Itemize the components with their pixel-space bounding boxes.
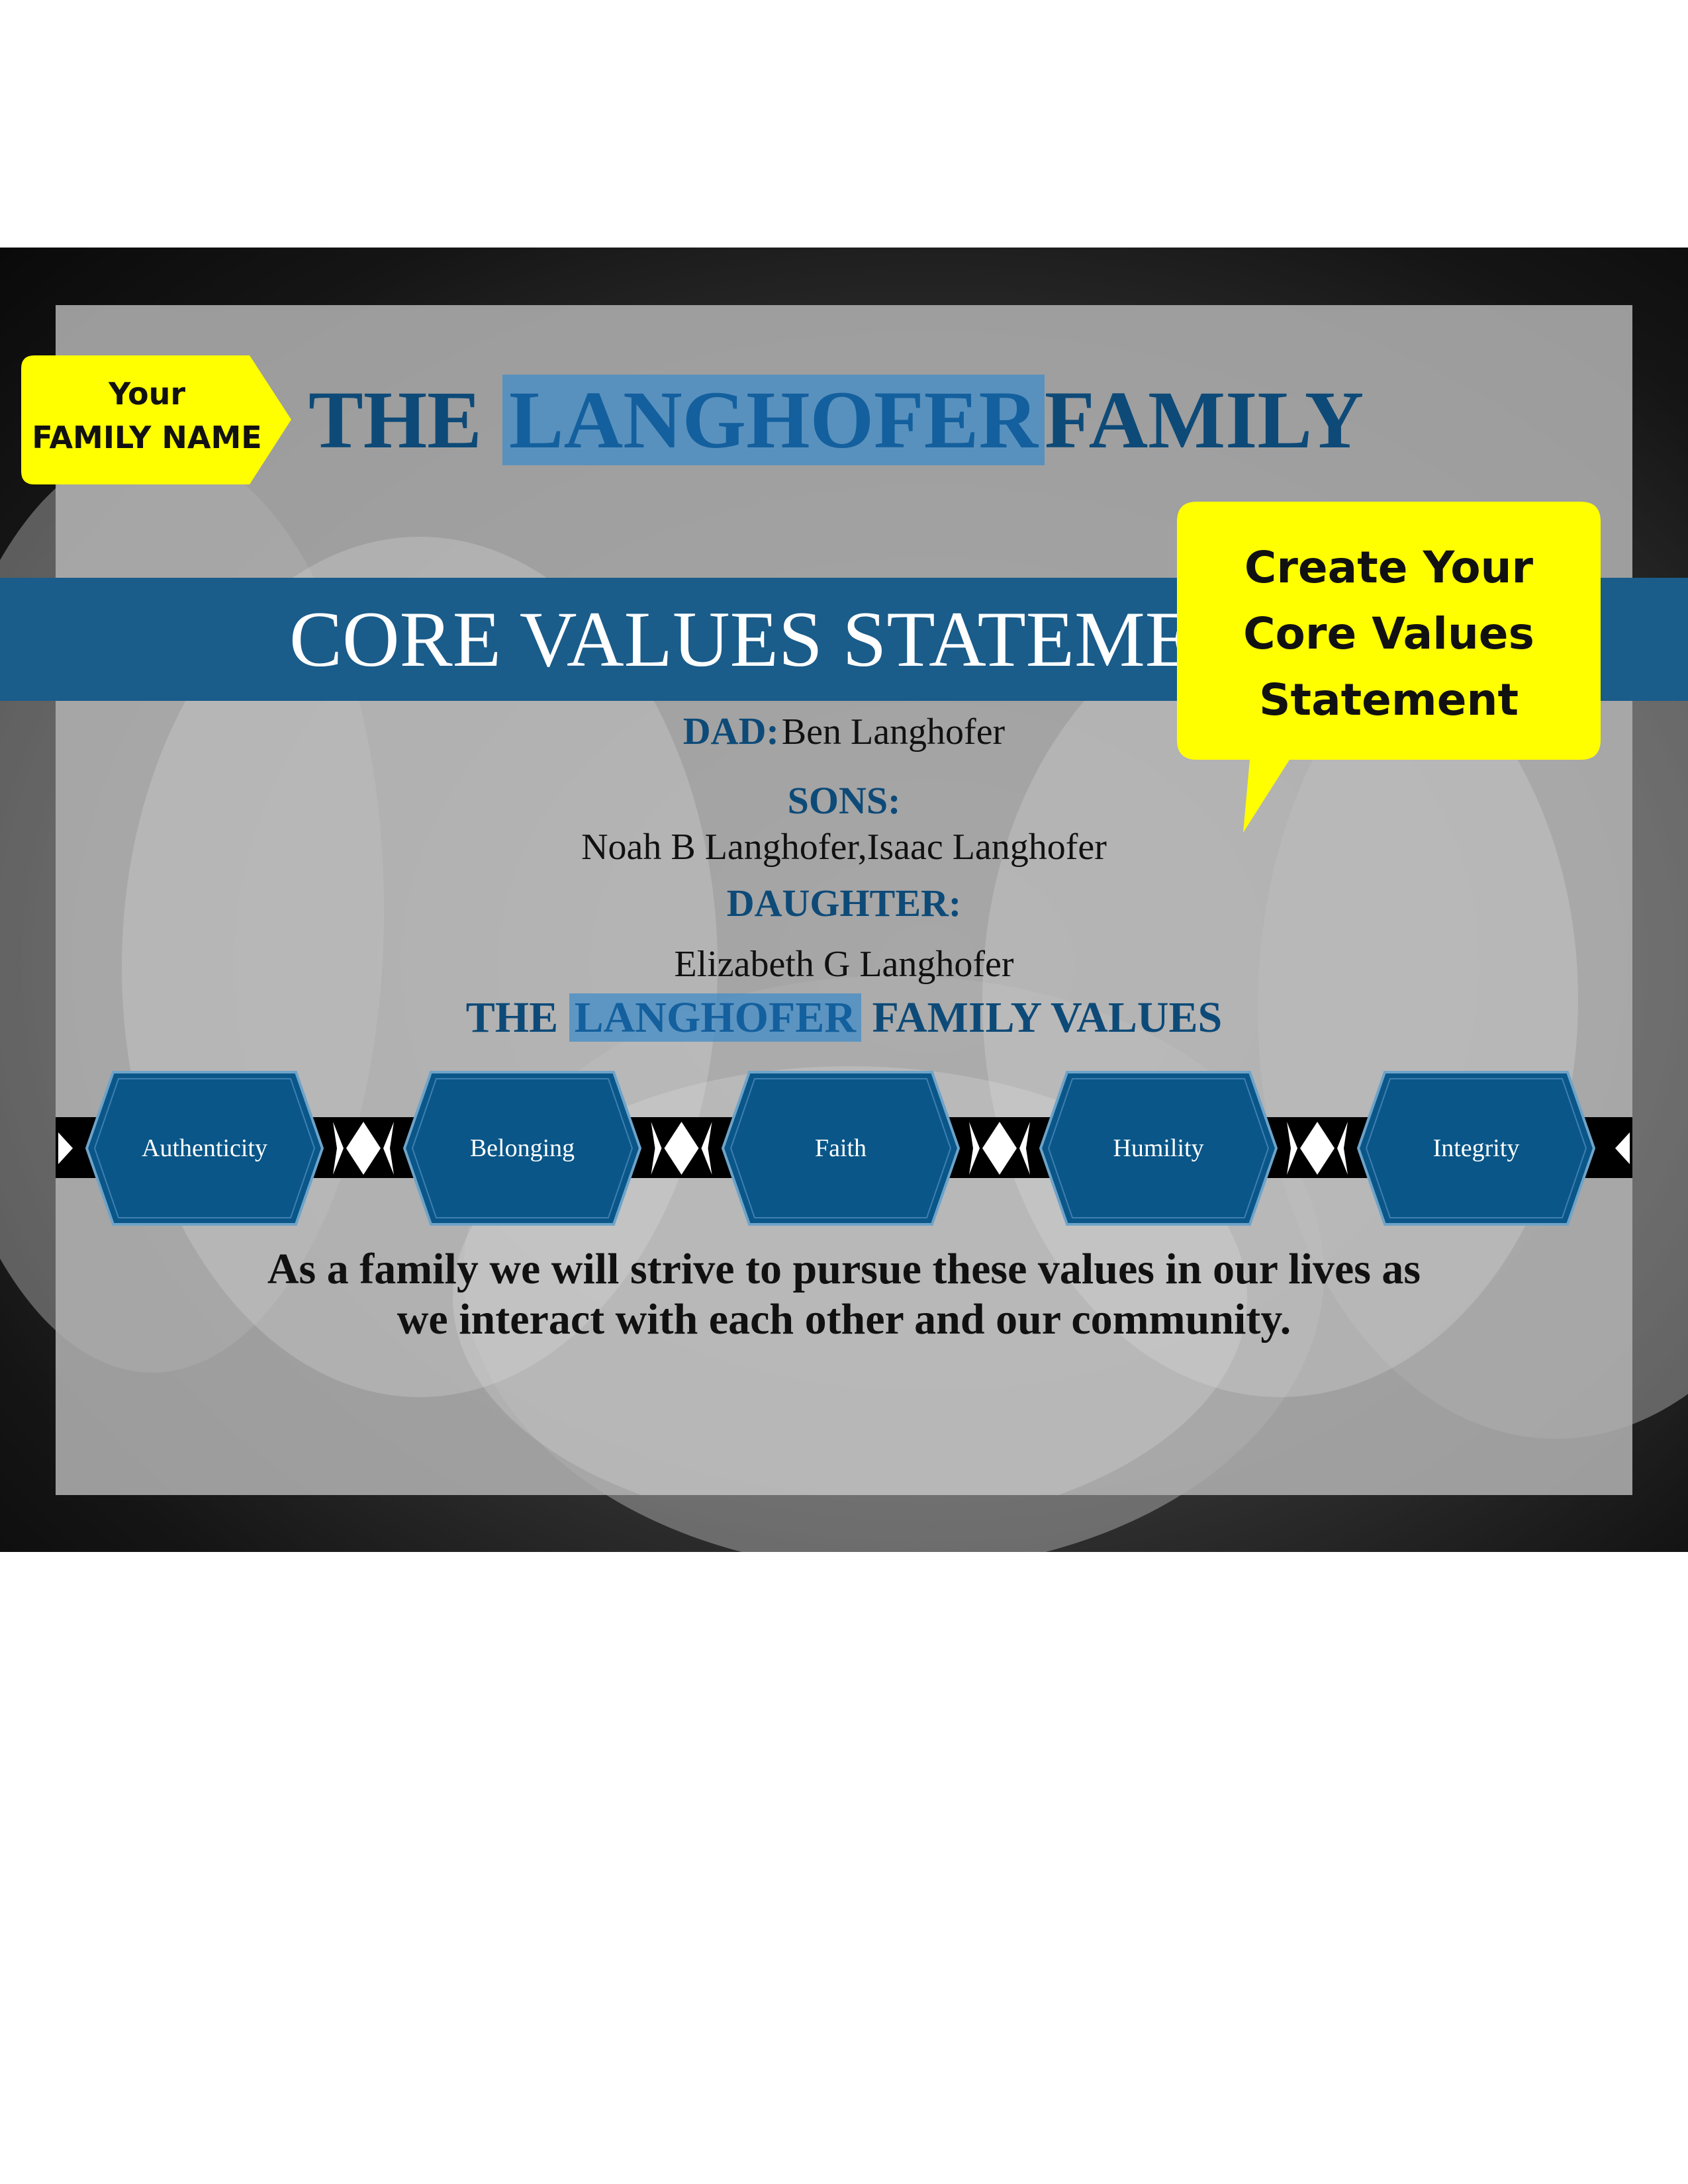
values-chain: Authenticity Belonging Faith Humility Integr… bbox=[56, 1071, 1632, 1226]
value-label: Belonging bbox=[470, 1134, 575, 1162]
value-label: Integrity bbox=[1433, 1134, 1520, 1162]
tag-line-2: FAMILY NAME bbox=[32, 420, 262, 455]
value-hexagon-authenticity: Authenticity bbox=[85, 1071, 324, 1226]
family-title: THE LANGHOFERFAMILY bbox=[308, 371, 1500, 470]
callout-line-3: Statement bbox=[1258, 674, 1519, 725]
dad-name: Ben Langhofer bbox=[781, 711, 1006, 752]
daughter-name: Elizabeth G Langhofer bbox=[674, 944, 1014, 985]
tag-line-1: Your bbox=[108, 376, 186, 412]
daughter-label: DAUGHTER: bbox=[726, 882, 962, 925]
callout-text: Create Your Core Values Statement bbox=[1177, 535, 1601, 733]
values-heading-suffix: FAMILY VALUES bbox=[872, 993, 1223, 1042]
family-statement: As a family we will strive to pursue the… bbox=[199, 1244, 1489, 1345]
daughter-label-row: DAUGHTER: bbox=[0, 877, 1688, 930]
value-hexagons: Authenticity Belonging Faith Humility Integr… bbox=[85, 1071, 1596, 1226]
values-heading-family-name: LANGHOFER bbox=[569, 993, 861, 1042]
value-hexagon-belonging: Belonging bbox=[402, 1071, 642, 1226]
value-label: Authenticity bbox=[142, 1134, 267, 1162]
dad-label: DAD: bbox=[682, 709, 779, 752]
daughter-name-row: Elizabeth G Langhofer bbox=[0, 938, 1688, 991]
values-heading-prefix: THE bbox=[465, 993, 559, 1042]
family-name-tag-text: Your FAMILY NAME bbox=[21, 372, 273, 459]
sons-label: SONS: bbox=[787, 779, 901, 822]
value-hexagon-humility: Humility bbox=[1039, 1071, 1278, 1226]
callout-line-1: Create Your bbox=[1244, 542, 1534, 593]
title-prefix: THE bbox=[308, 375, 482, 465]
statement-line-2: we interact with each other and our comm… bbox=[397, 1295, 1291, 1343]
value-label: Faith bbox=[815, 1134, 867, 1162]
title-suffix: FAMILY bbox=[1045, 375, 1364, 465]
statement-line-1: As a family we will strive to pursue the… bbox=[267, 1245, 1421, 1293]
value-hexagon-integrity: Integrity bbox=[1356, 1071, 1596, 1226]
values-heading: THE LANGHOFER FAMILY VALUES bbox=[0, 993, 1688, 1043]
sons-names: Noah B Langhofer,Isaac Langhofer bbox=[581, 827, 1107, 868]
value-label: Humility bbox=[1113, 1134, 1203, 1162]
family-name-highlight: LANGHOFER bbox=[502, 375, 1045, 465]
value-hexagon-faith: Faith bbox=[721, 1071, 961, 1226]
callout-line-2: Core Values bbox=[1243, 608, 1534, 659]
